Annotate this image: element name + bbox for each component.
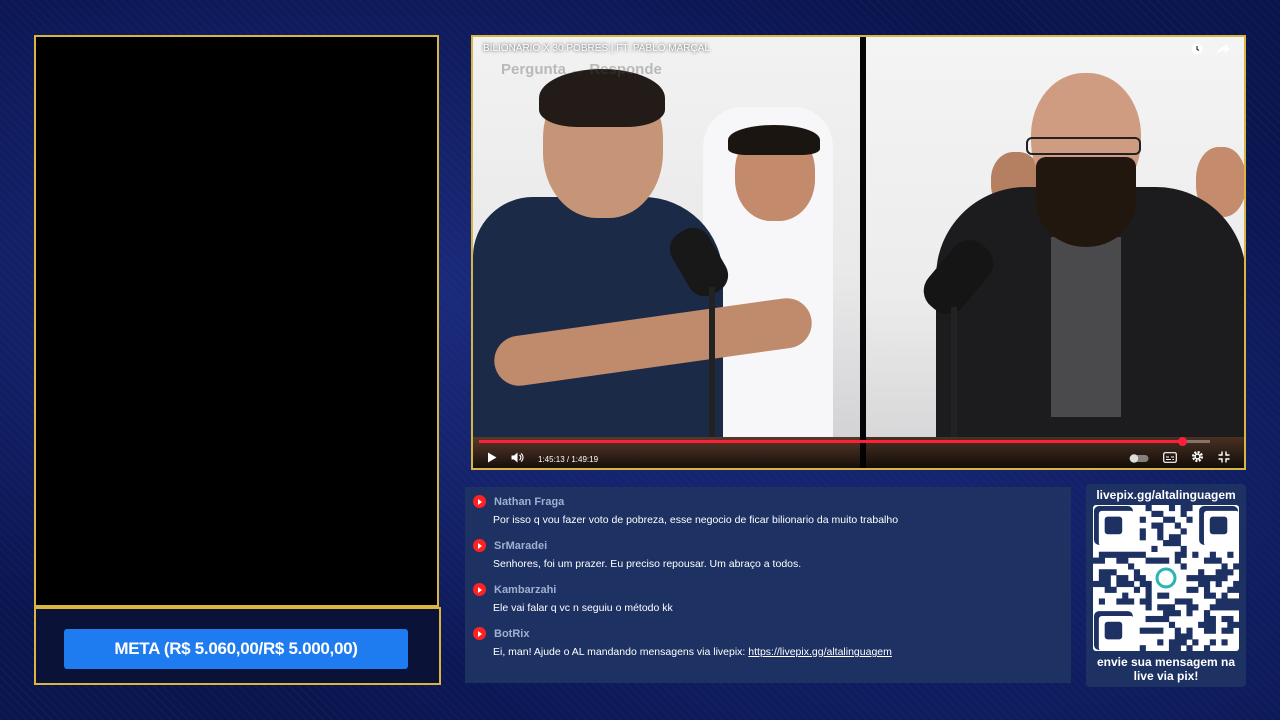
video-scene-right [866,37,1244,468]
livepix-caption-line-2: live via pix! [1133,669,1199,683]
video-player[interactable]: BILIONÁRIO X 30 POBRES | FT. PABLO MARÇA… [471,35,1246,470]
qr-code [1093,505,1240,652]
chat-author: SrMaradei [494,539,548,552]
video-title: BILIONÁRIO X 30 POBRES | FT. PABLO MARÇA… [483,43,710,54]
captions-icon[interactable] [1163,450,1177,468]
youtube-icon [473,627,486,640]
livepix-caption: envie sua mensagem na live via pix! [1086,655,1246,683]
autoplay-toggle-icon[interactable] [1129,450,1149,468]
webcam-panel [34,35,439,607]
chat-link[interactable]: https://livepix.gg/altalinguagem [748,646,892,658]
chat-text: Senhores, foi um prazer. Eu preciso repo… [493,558,802,570]
goal-bar: META (R$ 5.060,00/R$ 5.000,00) [64,629,408,669]
progress-fill [479,440,1183,443]
livepix-url: livepix.gg/altalinguagem [1096,488,1236,502]
youtube-icon [473,583,486,596]
chat-text: Ele vai falar q vc n seguiu o método kk [493,602,673,614]
progress-scrubber[interactable] [1178,437,1188,446]
volume-icon[interactable] [511,450,524,468]
chat-author: Kambarzahi [494,583,557,596]
settings-icon[interactable] [1191,450,1204,468]
chat-panel: Nathan Fraga Por isso q vou fazer voto d… [465,487,1071,683]
chat-message: Nathan Fraga Por isso q vou fazer voto d… [473,495,1061,526]
video-scene-left [473,37,860,468]
chat-text: Ei, man! Ajude o AL mandando mensagens v… [493,646,1061,658]
chat-text: Por isso q vou fazer voto de pobreza, es… [493,514,899,526]
progress-bar[interactable] [479,437,1210,446]
share-icon[interactable] [1217,43,1230,58]
chat-author: BotRix [494,627,530,640]
chat-message: BotRix Ei, man! Ajude o AL mandando mens… [473,627,1061,658]
goal-panel: META (R$ 5.060,00/R$ 5.000,00) [34,607,441,685]
youtube-icon [473,539,486,552]
youtube-icon [473,495,486,508]
livepix-panel: livepix.gg/altalinguagem envie sua mensa… [1086,484,1246,687]
exit-fullscreen-icon[interactable] [1218,450,1230,468]
chat-message: Kambarzahi Ele vai falar q vc n seguiu o… [473,583,1061,614]
video-watermark: Pergunta → Responde [501,61,662,78]
chat-text-body: Ei, man! Ajude o AL mandando mensagens v… [493,646,749,658]
watch-later-icon[interactable] [1191,43,1203,58]
play-icon[interactable] [487,450,497,468]
chat-author: Nathan Fraga [494,495,565,508]
livepix-caption-line-1: envie sua mensagem na [1096,655,1236,669]
time-display: 1:45:13 / 1:49:19 [538,454,599,464]
chat-message: SrMaradei Senhores, foi um prazer. Eu pr… [473,539,1061,570]
player-controls: 1:45:13 / 1:49:19 [473,436,1244,468]
